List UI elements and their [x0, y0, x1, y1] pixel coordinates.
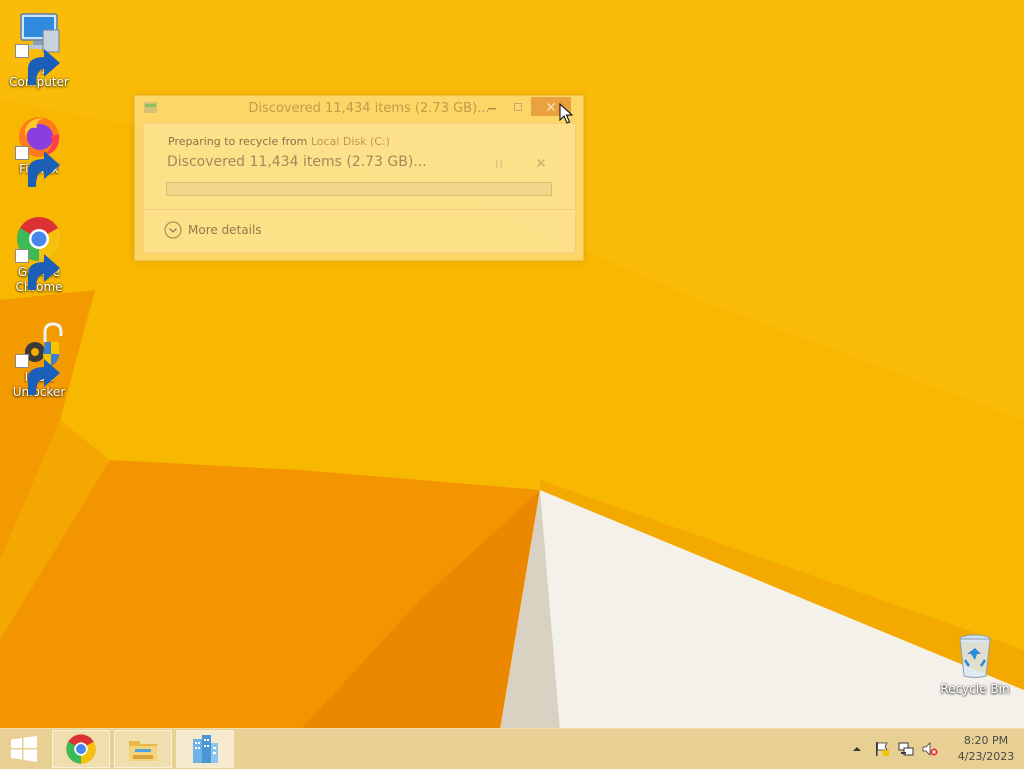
- desktop-icon-label: Recycle Bin: [940, 682, 1010, 696]
- taskbar-chrome-button[interactable]: [52, 730, 110, 768]
- chrome-icon: [66, 734, 96, 764]
- start-button[interactable]: [0, 729, 48, 769]
- desktop-icon-google-chrome[interactable]: Google Chrome: [0, 215, 78, 295]
- shortcut-arrow-icon: [15, 354, 60, 395]
- taskbar-file-explorer-button[interactable]: [114, 730, 172, 768]
- progress-bar: [166, 182, 552, 196]
- shortcut-arrow-icon: [15, 44, 60, 85]
- shortcut-arrow-icon: [15, 249, 60, 290]
- desktop-icon-iobit-unlocker[interactable]: IObit Unlocker: [0, 320, 78, 400]
- more-details-button[interactable]: More details: [164, 220, 262, 240]
- minimize-button[interactable]: [481, 97, 503, 116]
- delete-progress-dialog: Discovered 11,434 items (2.73 GB)... Pre…: [134, 95, 584, 261]
- dialog-content: Preparing to recycle from Local Disk (C:…: [143, 123, 576, 253]
- source-drive-link[interactable]: Local Disk (C:): [311, 135, 390, 148]
- preparing-line: Preparing to recycle from Local Disk (C:…: [168, 135, 390, 148]
- preparing-text: Preparing to recycle from: [168, 135, 311, 148]
- desktop-icon-recycle-bin[interactable]: Recycle Bin: [936, 632, 1014, 697]
- taskbar-delete-progress-button[interactable]: [176, 730, 234, 768]
- recycle-bin-icon: [959, 634, 991, 678]
- more-details-label: More details: [188, 223, 262, 237]
- desktop-icon-my-computer[interactable]: My Computer: [0, 10, 78, 90]
- chevron-down-circle-icon: [164, 221, 182, 239]
- volume-muted-icon[interactable]: [922, 741, 938, 757]
- cancel-operation-icon[interactable]: [535, 157, 547, 169]
- dialog-titlebar[interactable]: Discovered 11,434 items (2.73 GB)...: [135, 96, 583, 123]
- pause-icon[interactable]: [493, 158, 505, 170]
- folder-icon: [129, 741, 157, 761]
- taskbar: 8:20 PM 4/23/2023: [0, 728, 1024, 769]
- minimize-icon: [488, 107, 496, 109]
- close-icon: [547, 102, 555, 111]
- action-center-flag-icon[interactable]: [874, 741, 890, 757]
- taskbar-clock[interactable]: 8:20 PM 4/23/2023: [956, 733, 1016, 765]
- mouse-cursor-icon: [559, 103, 573, 124]
- network-icon[interactable]: [898, 741, 914, 757]
- building-app-icon: [193, 735, 218, 763]
- divider: [144, 209, 575, 210]
- maximize-button[interactable]: [507, 97, 529, 116]
- clock-date: 4/23/2023: [957, 750, 1015, 763]
- desktop-icon-firefox[interactable]: Firefox: [0, 112, 78, 187]
- shortcut-arrow-icon: [15, 146, 60, 187]
- windows-logo-icon: [11, 736, 37, 762]
- system-tray: [850, 729, 938, 769]
- status-text: Discovered 11,434 items (2.73 GB)...: [167, 154, 427, 170]
- show-hidden-icons-arrow[interactable]: [850, 742, 864, 756]
- maximize-icon: [514, 102, 522, 111]
- clock-time: 8:20 PM: [963, 734, 1009, 747]
